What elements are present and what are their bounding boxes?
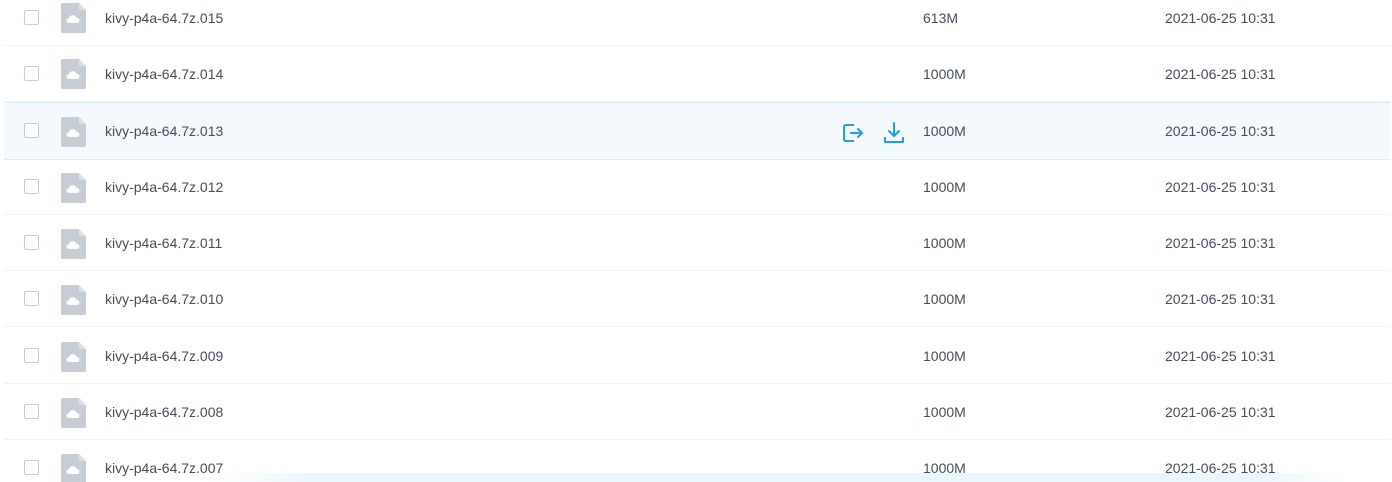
cloud-file-icon xyxy=(61,454,86,482)
share-icon[interactable] xyxy=(841,121,865,145)
file-name[interactable]: kivy-p4a-64.7z.008 xyxy=(105,404,223,420)
file-name[interactable]: kivy-p4a-64.7z.014 xyxy=(105,66,223,82)
file-row[interactable]: kivy-p4a-64.7z.009 1000M 2021-06-25 10:3… xyxy=(4,328,1390,384)
file-modified-date: 2021-06-25 10:31 xyxy=(1165,404,1276,420)
row-checkbox[interactable] xyxy=(24,10,39,25)
row-checkbox[interactable] xyxy=(24,404,39,419)
file-size: 1000M xyxy=(923,404,966,420)
file-name[interactable]: kivy-p4a-64.7z.011 xyxy=(105,235,222,251)
file-name[interactable]: kivy-p4a-64.7z.009 xyxy=(105,348,223,364)
cloud-file-icon xyxy=(61,398,86,428)
row-checkbox[interactable] xyxy=(24,291,39,306)
row-checkbox[interactable] xyxy=(24,123,39,138)
file-size: 1000M xyxy=(923,66,966,82)
file-size: 1000M xyxy=(923,348,966,364)
file-row[interactable]: kivy-p4a-64.7z.011 1000M 2021-06-25 10:3… xyxy=(4,215,1390,271)
cloud-file-icon xyxy=(61,342,86,372)
file-row[interactable]: kivy-p4a-64.7z.008 1000M 2021-06-25 10:3… xyxy=(4,384,1390,440)
file-modified-date: 2021-06-25 10:31 xyxy=(1165,123,1276,139)
row-checkbox[interactable] xyxy=(24,179,39,194)
cloud-file-icon xyxy=(61,117,86,147)
file-name[interactable]: kivy-p4a-64.7z.013 xyxy=(105,123,223,139)
cloud-file-icon xyxy=(61,59,86,89)
file-modified-date: 2021-06-25 10:31 xyxy=(1165,66,1276,82)
file-modified-date: 2021-06-25 10:31 xyxy=(1165,235,1276,251)
cloud-file-icon xyxy=(61,173,86,203)
file-size: 1000M xyxy=(923,235,966,251)
file-name[interactable]: kivy-p4a-64.7z.015 xyxy=(105,10,223,26)
row-checkbox[interactable] xyxy=(24,66,39,81)
file-name[interactable]: kivy-p4a-64.7z.007 xyxy=(105,460,223,476)
file-row[interactable]: kivy-p4a-64.7z.012 1000M 2021-06-25 10:3… xyxy=(4,159,1390,215)
file-modified-date: 2021-06-25 10:31 xyxy=(1165,348,1276,364)
row-checkbox[interactable] xyxy=(24,348,39,363)
row-checkbox[interactable] xyxy=(24,235,39,250)
row-checkbox[interactable] xyxy=(24,460,39,475)
file-list: kivy-p4a-64.7z.015 613M 2021-06-25 10:31… xyxy=(0,0,1392,482)
cloud-file-icon xyxy=(61,229,86,259)
file-row[interactable]: kivy-p4a-64.7z.014 1000M 2021-06-25 10:3… xyxy=(4,46,1390,102)
file-modified-date: 2021-06-25 10:31 xyxy=(1165,291,1276,307)
cloud-file-icon xyxy=(61,3,86,33)
bottom-toolbar-edge xyxy=(220,473,1344,482)
download-icon[interactable] xyxy=(882,121,906,145)
file-name[interactable]: kivy-p4a-64.7z.012 xyxy=(105,179,223,195)
file-size: 1000M xyxy=(923,291,966,307)
file-size: 613M xyxy=(923,10,959,26)
file-row[interactable]: kivy-p4a-64.7z.015 613M 2021-06-25 10:31 xyxy=(4,0,1390,46)
file-row[interactable]: kivy-p4a-64.7z.013 1000M 2021-06-25 10:3… xyxy=(4,102,1390,160)
file-modified-date: 2021-06-25 10:31 xyxy=(1165,10,1276,26)
file-modified-date: 2021-06-25 10:31 xyxy=(1165,179,1276,195)
file-size: 1000M xyxy=(923,179,966,195)
cloud-file-icon xyxy=(61,285,86,315)
file-size: 1000M xyxy=(923,123,966,139)
file-name[interactable]: kivy-p4a-64.7z.010 xyxy=(105,291,223,307)
file-row[interactable]: kivy-p4a-64.7z.010 1000M 2021-06-25 10:3… xyxy=(4,271,1390,327)
